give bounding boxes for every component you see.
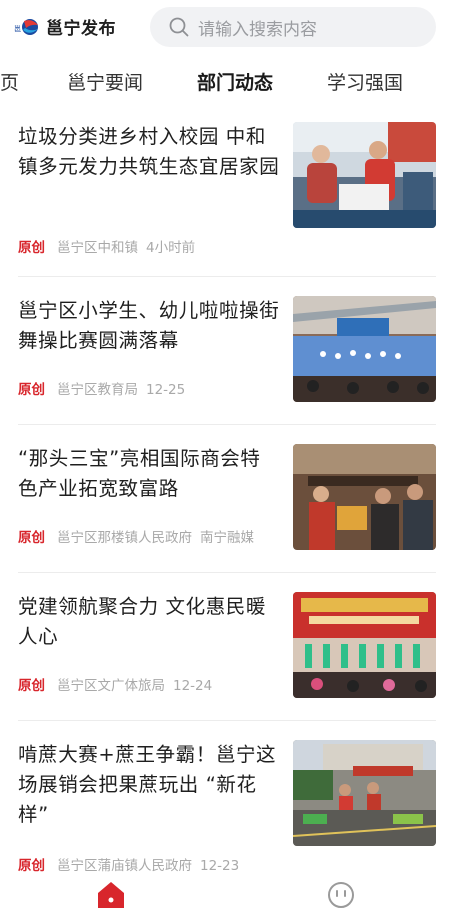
news-meta: 原创 邕宁区那楼镇人民政府 南宁融媒 [18, 526, 254, 546]
news-time: 12-25 [146, 382, 186, 398]
svg-text:邕: 邕 [14, 24, 21, 33]
tab-yongning-news[interactable]: 邕宁要闻 [67, 68, 143, 95]
tab-xuexi-qiangguo[interactable]: 学习强国 [327, 68, 403, 95]
logo-icon: 邕 [14, 18, 38, 35]
news-item[interactable]: 垃圾分类进乡村入校园 中和镇多元发力共筑生态宜居家园 原创 邕宁区中和镇 4小时前 [18, 122, 436, 262]
divider [18, 572, 436, 573]
app-name: 邕宁发布 [46, 19, 116, 39]
news-title: 啃蔗大赛+蔗王争霸！邕宁这场展销会把果蔗玩出 “新花样” [18, 743, 277, 826]
bottom-nav [0, 872, 453, 920]
news-meta: 原创 邕宁区教育局 12-25 [18, 378, 185, 398]
news-time: 12-24 [173, 678, 213, 694]
original-badge: 原创 [18, 678, 45, 694]
news-thumbnail [293, 444, 436, 550]
news-source: 邕宁区教育局 [57, 382, 138, 398]
news-source: 邕宁区那楼镇人民政府 [57, 530, 192, 546]
app-logo[interactable]: 邕 邕宁发布 [14, 14, 116, 39]
news-meta: 原创 邕宁区文广体旅局 12-24 [18, 674, 212, 694]
home-icon[interactable] [96, 880, 126, 910]
news-item[interactable]: 啃蔗大赛+蔗王争霸！邕宁这场展销会把果蔗玩出 “新花样” 原创 邕宁区蒲庙镇人民政… [18, 740, 436, 876]
search-placeholder: 请输入搜索内容 [198, 19, 317, 40]
news-thumbnail [293, 740, 436, 846]
news-item[interactable]: “那头三宝”亮相国际商会特色产业拓宽致富路 原创 邕宁区那楼镇人民政府 南宁融媒 [18, 444, 436, 554]
face-icon[interactable] [326, 880, 356, 910]
news-time: 4小时前 [146, 240, 196, 256]
news-source: 邕宁区文广体旅局 [57, 678, 165, 694]
news-item[interactable]: 党建领航聚合力 文化惠民暖人心 原创 邕宁区文广体旅局 12-24 [18, 592, 436, 702]
original-badge: 原创 [18, 240, 45, 256]
divider [18, 720, 436, 721]
news-meta: 原创 邕宁区中和镇 4小时前 [18, 236, 195, 256]
category-tabs: 页 邕宁要闻 部门动态 学习强国 [0, 58, 453, 104]
original-badge: 原创 [18, 530, 45, 546]
news-item[interactable]: 邕宁区小学生、幼儿啦啦操街舞操比赛圆满落幕 原创 邕宁区教育局 12-25 [18, 296, 436, 406]
search-bar[interactable]: 请输入搜索内容 [150, 7, 436, 47]
news-title: 党建领航聚合力 文化惠民暖人心 [18, 595, 266, 648]
news-extra-source: 南宁融媒 [200, 530, 254, 546]
news-meta: 原创 邕宁区蒲庙镇人民政府 12-23 [18, 854, 239, 874]
news-thumbnail [293, 296, 436, 402]
news-source: 邕宁区中和镇 [57, 240, 138, 256]
divider [18, 276, 436, 277]
app-header: 邕 邕宁发布 请输入搜索内容 [0, 0, 453, 56]
news-thumbnail [293, 592, 436, 698]
news-thumbnail [293, 122, 436, 228]
news-title: 垃圾分类进乡村入校园 中和镇多元发力共筑生态宜居家园 [18, 125, 280, 178]
tab-home[interactable]: 页 [0, 68, 19, 95]
news-title: “那头三宝”亮相国际商会特色产业拓宽致富路 [18, 447, 261, 500]
news-title: 邕宁区小学生、幼儿啦啦操街舞操比赛圆满落幕 [18, 299, 280, 352]
search-icon [169, 17, 189, 37]
original-badge: 原创 [18, 382, 45, 398]
tab-department-news[interactable]: 部门动态 [197, 68, 273, 95]
divider [18, 424, 436, 425]
